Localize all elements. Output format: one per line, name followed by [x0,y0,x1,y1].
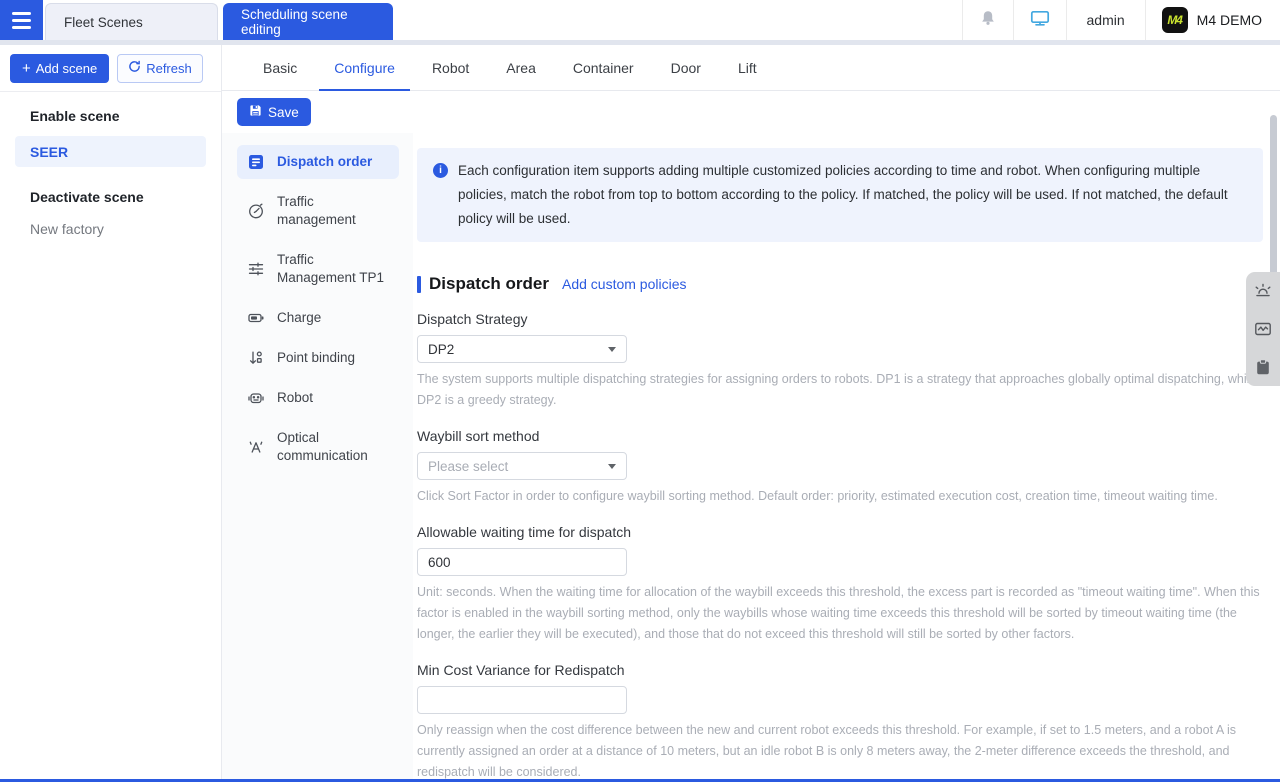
monitor-chart-icon[interactable] [1253,319,1273,339]
section-title: Dispatch order [429,274,549,294]
hamburger-menu-icon[interactable] [0,0,43,40]
enable-scene-group-label: Enable scene [30,108,221,124]
brand-area: M4 M4 DEMO [1145,0,1280,40]
scenes-sidebar: + Add scene Refresh Enable scene SEER De… [0,45,222,782]
monitor-icon [1030,9,1050,32]
save-button[interactable]: Save [237,98,311,126]
battery-icon [247,309,265,327]
floating-tool-panel [1246,272,1280,386]
sliders-icon [247,260,265,278]
bell-icon [979,9,997,32]
section-accent-bar [417,276,421,293]
vertical-scrollbar[interactable] [1270,115,1277,285]
dispatch-order-panel: i Each configuration item supports addin… [413,133,1280,782]
waiting-time-label: Allowable waiting time for dispatch [417,524,1263,540]
top-tab-fleet-scenes[interactable]: Fleet Scenes [45,3,218,40]
waybill-sort-help: Click Sort Factor in order to configure … [417,486,1263,507]
optical-communication-icon [247,438,265,456]
dispatch-strategy-value: DP2 [428,342,608,357]
top-tab-label: Scheduling scene editing [241,7,375,37]
detail-tabs: Basic Configure Robot Area Container Doo… [222,45,1280,91]
info-banner-text: Each configuration item supports adding … [458,159,1247,231]
brand-name-label: M4 DEMO [1197,12,1262,28]
config-nav-point-binding[interactable]: Point binding [237,341,399,375]
tab-basic[interactable]: Basic [248,45,312,90]
section-header: Dispatch order Add custom policies [417,274,1263,294]
tab-area[interactable]: Area [491,45,551,90]
top-bar: Fleet Scenes Scheduling scene editing ad… [0,0,1280,40]
top-tab-scheduling-scene-editing[interactable]: Scheduling scene editing [223,3,393,40]
point-binding-icon [247,349,265,367]
clipboard-icon[interactable] [1253,357,1273,377]
config-nav-robot[interactable]: Robot [237,381,399,415]
min-cost-variance-input[interactable] [417,686,627,714]
config-nav-traffic-management[interactable]: Traffic management [237,185,399,237]
topbar-right-cluster: admin M4 M4 DEMO [962,0,1280,40]
waybill-sort-placeholder: Please select [428,459,608,474]
tab-container[interactable]: Container [558,45,649,90]
notifications-button[interactable] [962,0,1013,40]
dispatch-strategy-label: Dispatch Strategy [417,311,1263,327]
config-nav-charge[interactable]: Charge [237,301,399,335]
form-icon [247,153,265,171]
sidebar-buttons-row: + Add scene Refresh [0,45,221,92]
waiting-time-input[interactable] [417,548,627,576]
top-tab-label: Fleet Scenes [64,15,143,30]
chevron-down-icon [608,347,616,352]
tab-door[interactable]: Door [656,45,716,90]
chevron-down-icon [608,464,616,469]
alarm-siren-icon[interactable] [1253,281,1273,301]
add-custom-policies-link[interactable]: Add custom policies [562,276,687,292]
add-scene-button[interactable]: + Add scene [10,54,109,83]
waiting-time-help: Unit: seconds. When the waiting time for… [417,582,1263,645]
tab-lift[interactable]: Lift [723,45,772,90]
scene-item-new-factory[interactable]: New factory [15,213,206,244]
info-icon: i [433,163,448,178]
username-label: admin [1087,12,1125,28]
user-menu[interactable]: admin [1066,0,1145,40]
m4-logo: M4 [1162,7,1188,33]
tab-robot[interactable]: Robot [417,45,484,90]
waybill-sort-label: Waybill sort method [417,428,1263,444]
refresh-icon [128,60,141,76]
waybill-sort-select[interactable]: Please select [417,452,627,480]
save-row: Save [222,91,1280,133]
config-nav: Dispatch order Traffic management Traffi… [222,133,413,782]
app-window: Fleet Scenes Scheduling scene editing ad… [0,0,1280,782]
info-banner: i Each configuration item supports addin… [417,148,1263,242]
config-nav-dispatch-order[interactable]: Dispatch order [237,145,399,179]
dispatch-strategy-help: The system supports multiple dispatching… [417,369,1263,411]
refresh-button[interactable]: Refresh [117,54,203,83]
scene-item-seer[interactable]: SEER [15,136,206,167]
plus-icon: + [22,61,31,76]
deactivate-scene-group-label: Deactivate scene [30,189,221,205]
config-nav-optical-communication[interactable]: Optical communication [237,421,399,473]
min-cost-variance-label: Min Cost Variance for Redispatch [417,662,1263,678]
gauge-icon [247,202,265,220]
min-cost-variance-help: Only reassign when the cost difference b… [417,720,1263,782]
robot-icon [247,389,265,407]
save-icon [249,104,262,120]
monitor-button[interactable] [1013,0,1066,40]
config-nav-traffic-management-tp1[interactable]: Traffic Management TP1 [237,243,399,295]
dispatch-strategy-select[interactable]: DP2 [417,335,627,363]
tab-configure[interactable]: Configure [319,45,410,90]
